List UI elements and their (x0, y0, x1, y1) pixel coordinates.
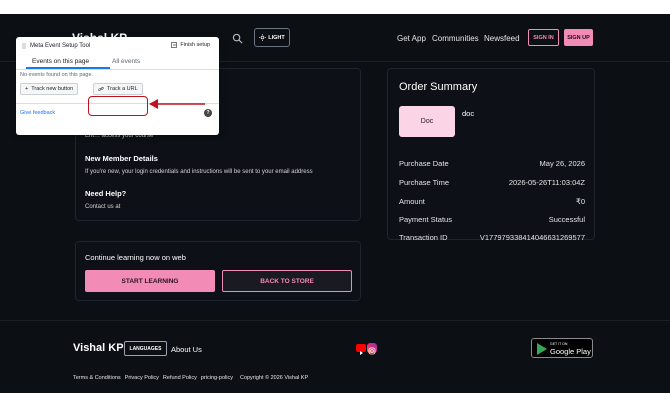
plus-icon: + (25, 86, 29, 92)
active-tab-indicator (26, 67, 110, 69)
order-row-label: Payment Status (399, 215, 452, 224)
order-row: Purchase Date May 26, 2026 (399, 159, 585, 169)
continue-learning-card: Continue learning now on web START LEARN… (75, 241, 361, 301)
order-row-label: Purchase Time (399, 178, 450, 187)
order-row-label: Transaction ID (399, 233, 448, 242)
order-row-value: ₹0 (576, 197, 585, 206)
order-row-value: May 26, 2026 (539, 159, 585, 168)
drag-handle-icon[interactable] (22, 43, 26, 49)
theme-toggle-button[interactable]: LIGHT (254, 28, 290, 47)
contact-us-text: Contact us at (85, 204, 121, 210)
search-icon[interactable] (232, 33, 243, 44)
sign-up-button[interactable]: SIGN UP (564, 29, 593, 46)
new-member-text: If you're new, your login credentials an… (85, 169, 313, 175)
page-background: Vishal KP LIGHT Get App Communities News… (0, 14, 670, 393)
google-play-label: Google Play (550, 347, 591, 356)
order-summary-card: Order Summary Doc doc Purchase Date May … (387, 68, 595, 243)
order-row-label: Amount (399, 197, 425, 206)
no-events-message: No events found on this page. (20, 72, 94, 78)
theme-toggle-label: LIGHT (268, 34, 285, 41)
order-summary-title: Order Summary (399, 81, 478, 93)
order-row-value: V1779793384140466312695​77 (479, 233, 585, 242)
link-icon (98, 86, 104, 91)
google-play-badge[interactable]: GET IT ON Google Play (531, 338, 593, 358)
continue-learning-title: Continue learning now on web (85, 253, 186, 262)
tab-all-events[interactable]: All events (112, 58, 140, 65)
pricing-policy-link[interactable]: pricing-policy (201, 375, 233, 381)
order-row: Amount ₹0 (399, 197, 585, 207)
languages-button[interactable]: LANGUAGES (124, 341, 167, 356)
tab-events-on-page[interactable]: Events on this page (32, 58, 89, 65)
order-row-value: 2026-05-26T11:03:04Z (508, 178, 585, 187)
finish-setup-button[interactable]: Finish setup (171, 42, 210, 48)
google-play-small-text: GET IT ON (550, 342, 568, 346)
footer-links: Terms & Conditions Privacy Policy Refund… (73, 375, 308, 381)
terms-link[interactable]: Terms & Conditions (73, 375, 121, 381)
nav-newsfeed[interactable]: Newsfeed (484, 34, 520, 43)
copyright-text: Copyright © 2026 Vishal KP (239, 375, 309, 381)
product-thumbnail: Doc (399, 106, 455, 137)
finish-setup-label: Finish setup (180, 42, 210, 48)
instagram-icon[interactable] (367, 343, 377, 355)
track-url-button[interactable]: Track a URL (93, 83, 143, 95)
order-row-value: Successful (548, 215, 585, 224)
exit-icon (171, 42, 178, 48)
highlight-box (88, 96, 148, 116)
refund-link[interactable]: Refund Policy (163, 375, 197, 381)
need-help-heading: Need Help? (85, 189, 127, 198)
popup-tabs: Events on this page All events (16, 53, 219, 70)
sign-in-button[interactable]: SIGN IN (528, 29, 559, 46)
give-feedback-link[interactable]: Give feedback (20, 110, 55, 116)
back-to-store-button[interactable]: BACK TO STORE (222, 270, 352, 292)
youtube-icon[interactable] (356, 344, 366, 355)
about-us-link[interactable]: About Us (171, 345, 202, 354)
track-url-label: Track a URL (107, 86, 138, 92)
nav-communities[interactable]: Communities (432, 34, 479, 43)
meta-event-setup-popup: Meta Event Setup Tool Finish setup Event… (16, 37, 219, 135)
popup-title: Meta Event Setup Tool (30, 43, 91, 49)
track-new-button-label: Track new button (31, 86, 74, 92)
annotation-arrow-icon (149, 99, 205, 109)
order-row: Payment Status Successful (399, 215, 585, 225)
google-play-icon (537, 343, 547, 355)
nav-get-app[interactable]: Get App (397, 34, 426, 43)
start-learning-button[interactable]: START LEARNING (85, 270, 215, 292)
privacy-link[interactable]: Privacy Policy (125, 375, 159, 381)
sun-icon (259, 34, 267, 41)
site-footer: Vishal KP LANGUAGES About Us GET IT ON G… (0, 320, 670, 393)
order-row: Purchase Time 2026-05-26T11:03:04Z (399, 178, 585, 188)
track-new-button[interactable]: + Track new button (20, 83, 79, 95)
product-name: doc (462, 109, 475, 118)
new-member-heading: New Member Details (85, 154, 158, 163)
order-row: Transaction ID V1779793384140466312695​7… (399, 233, 585, 243)
order-row-label: Purchase Date (399, 159, 449, 168)
footer-brand: Vishal KP (73, 342, 124, 354)
